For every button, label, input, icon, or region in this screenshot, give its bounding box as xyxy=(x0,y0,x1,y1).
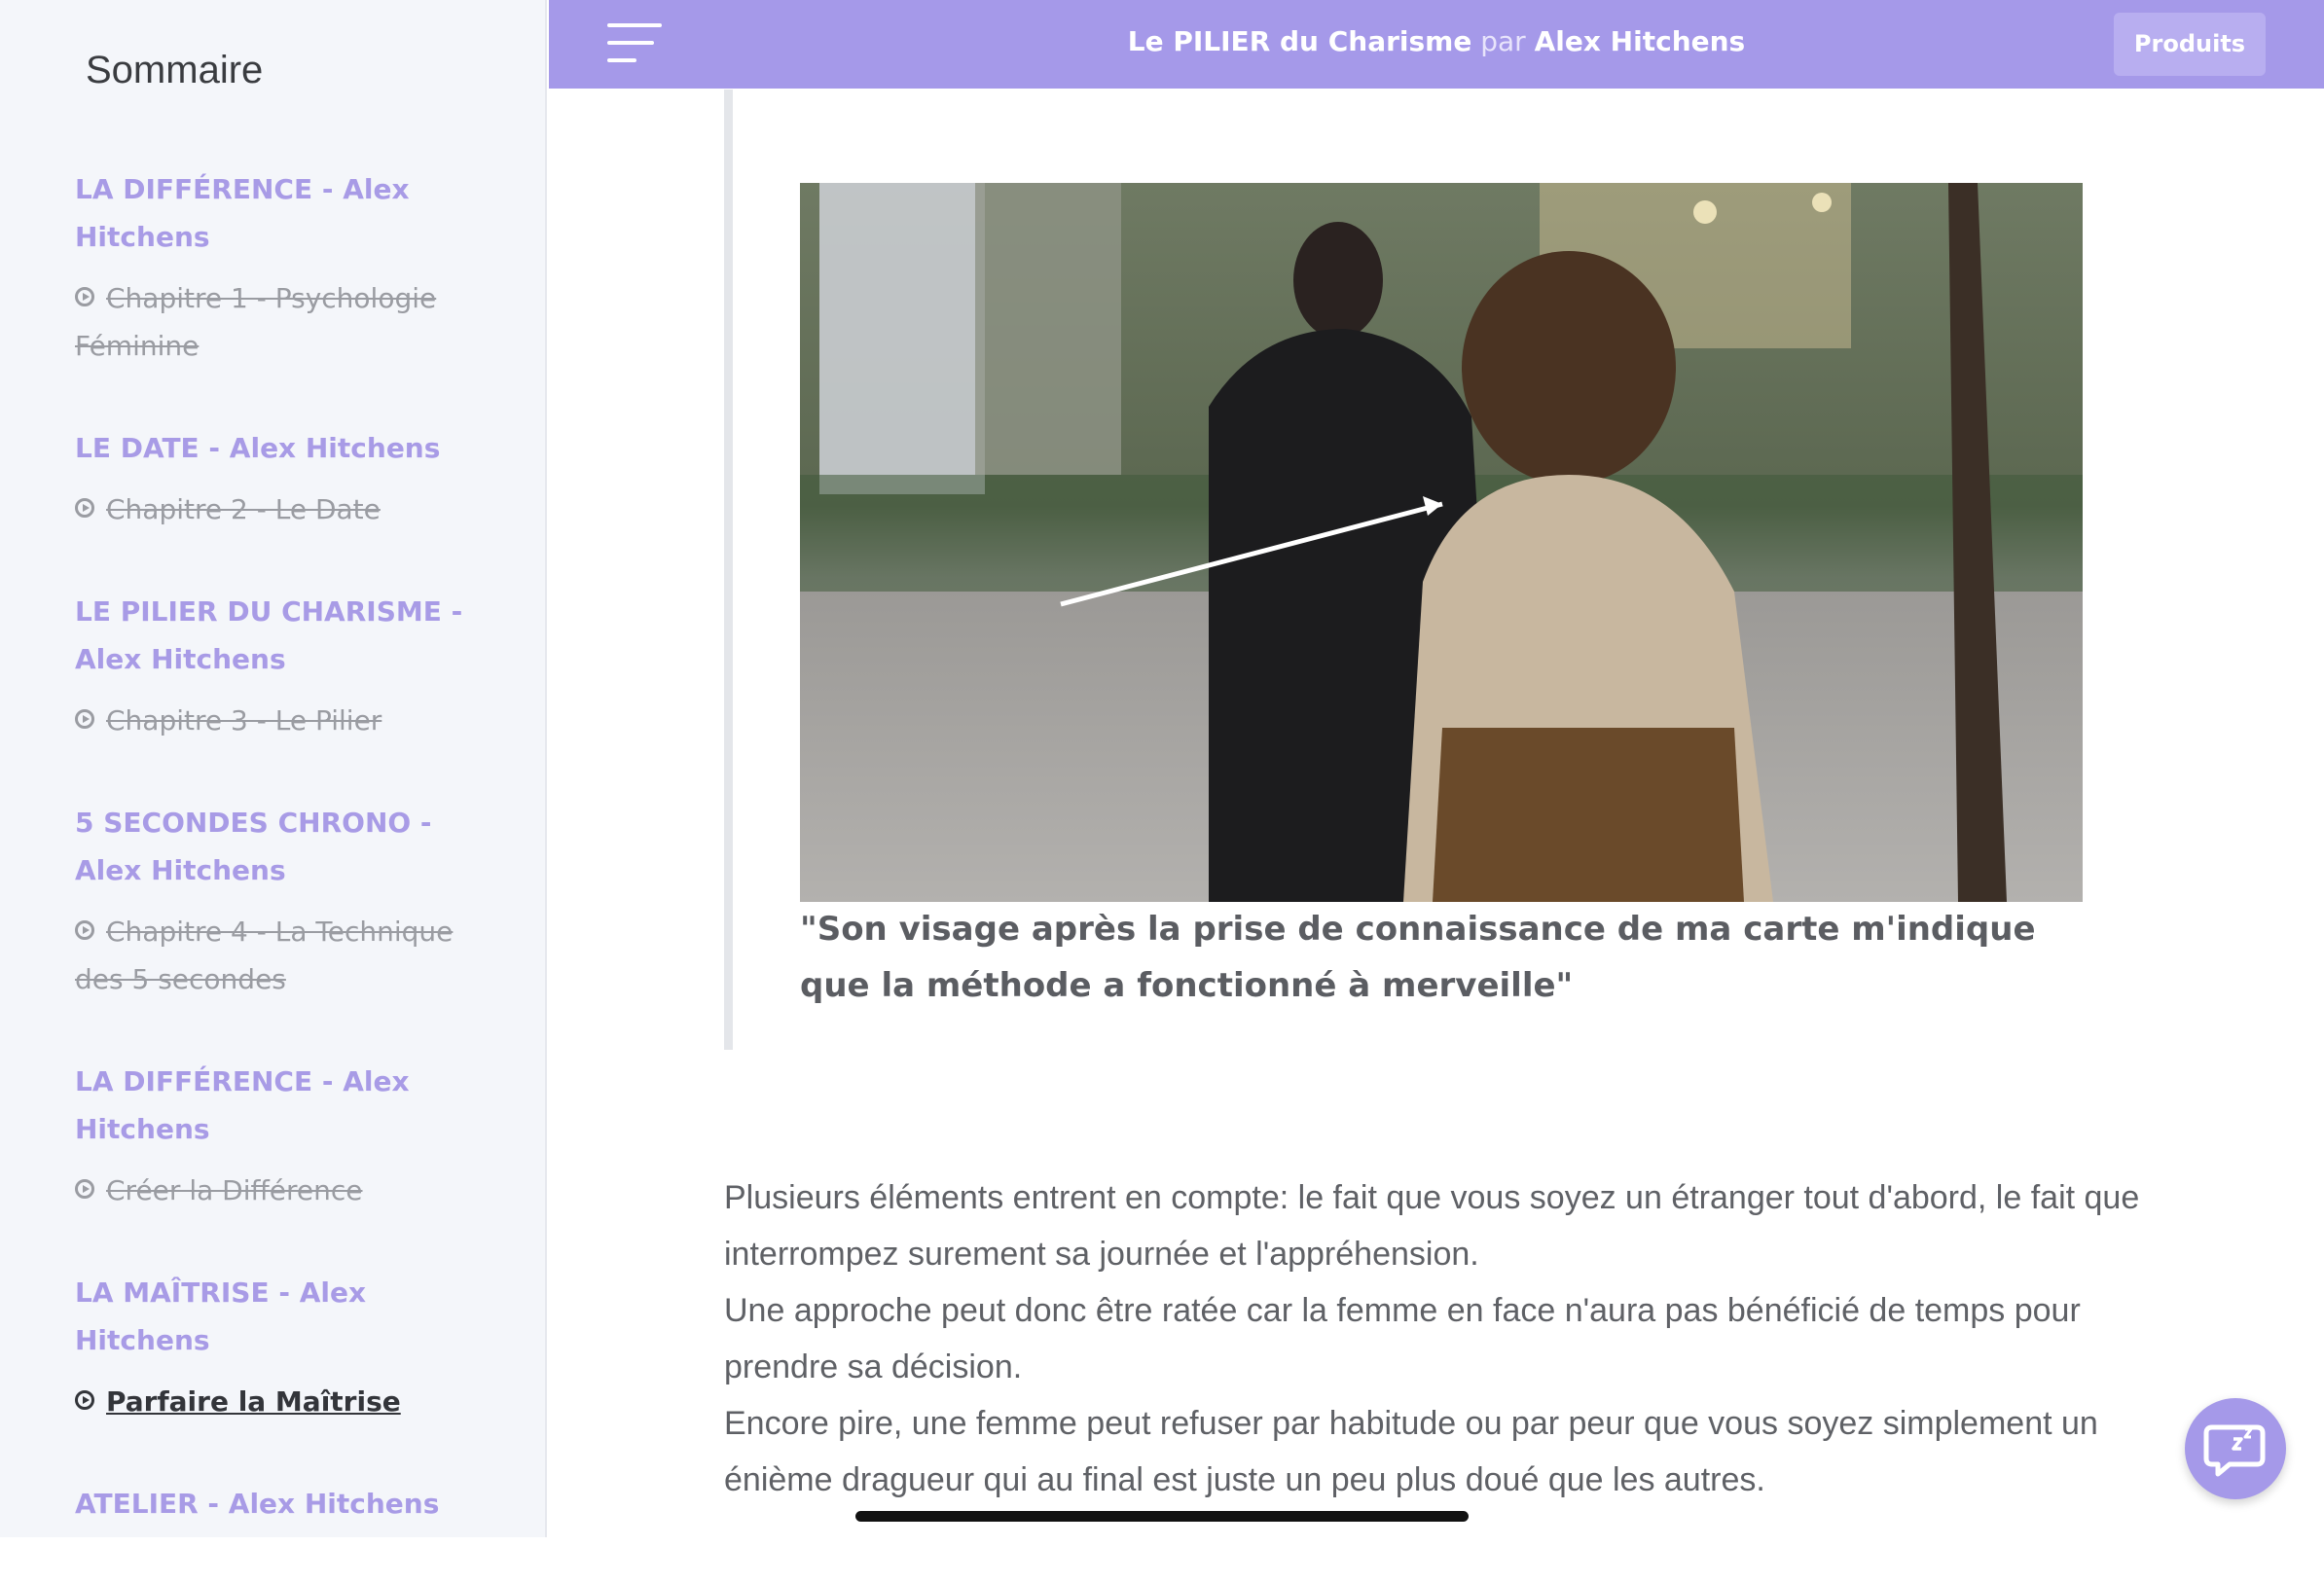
chapter-link[interactable]: Chapitre 3 - Le Pilier xyxy=(75,697,484,744)
paragraph: Encore pire, une femme peut refuser par … xyxy=(724,1405,2098,1498)
paragraph: Plusieurs éléments entrent en compte: le… xyxy=(724,1179,2140,1273)
chapter-link[interactable]: Chapitre 2 - Le Date xyxy=(75,485,484,533)
play-circle-icon xyxy=(75,1179,94,1199)
chapter-link-active[interactable]: Parfaire la Maîtrise xyxy=(75,1378,484,1425)
chapter-label: Chapitre 1 - Psychologie Féminine xyxy=(75,282,437,362)
article-body: Plusieurs éléments entrent en compte: le… xyxy=(724,1169,2164,1508)
chapter-label: Chapitre 4 - La Technique des 5 secondes xyxy=(75,916,454,995)
section-title[interactable]: LE PILIER DU CHARISME - Alex Hitchens xyxy=(75,588,484,683)
chapter-link[interactable]: Chapitre 1 - Psychologie Féminine xyxy=(75,274,484,370)
course-title: Le PILIER du Charisme xyxy=(1127,25,1472,57)
play-circle-icon xyxy=(75,498,94,518)
page-title: Le PILIER du Charisme par Alex Hitchens xyxy=(549,25,2324,57)
section-title[interactable]: ATELIER - Alex Hitchens xyxy=(75,1480,484,1528)
play-circle-icon xyxy=(75,287,94,306)
section-title[interactable]: LE DATE - Alex Hitchens xyxy=(75,424,484,472)
play-circle-icon xyxy=(75,920,94,940)
table-of-contents: LA DIFFÉRENCE - Alex Hitchens Chapitre 1… xyxy=(75,165,484,1582)
toc-section: LA DIFFÉRENCE - Alex Hitchens Chapitre 1… xyxy=(75,165,484,370)
chapter-link[interactable]: Créer la Différence xyxy=(75,1167,484,1214)
image-caption: "Son visage après la prise de connaissan… xyxy=(800,910,2036,1005)
chapter-label: Chapitre 2 - Le Date xyxy=(106,493,381,525)
lesson-photo xyxy=(800,183,2083,902)
products-button[interactable]: Produits xyxy=(2114,13,2266,76)
chat-bubble-icon xyxy=(2203,1424,2266,1477)
chapter-label: Chapitre 3 - Le Pilier xyxy=(106,704,382,737)
play-circle-icon xyxy=(75,709,94,729)
chat-button[interactable] xyxy=(2185,1398,2286,1499)
section-title[interactable]: LA DIFFÉRENCE - Alex Hitchens xyxy=(75,1058,484,1153)
sidebar-title: Sommaire xyxy=(86,49,264,91)
paragraph: Une approche peut donc être ratée car la… xyxy=(724,1292,2081,1385)
play-circle-icon xyxy=(75,1390,94,1410)
section-title[interactable]: LA MAÎTRISE - Alex Hitchens xyxy=(75,1269,484,1364)
toc-section: 5 SECONDES CHRONO - Alex Hitchens Chapit… xyxy=(75,799,484,1003)
toc-section: ATELIER - Alex Hitchens xyxy=(75,1480,484,1528)
title-connector: par xyxy=(1480,25,1526,57)
chapter-label: Créer la Différence xyxy=(106,1174,363,1206)
chapter-label: Parfaire la Maîtrise xyxy=(106,1385,401,1418)
toc-section: LA MAÎTRISE - Alex Hitchens Parfaire la … xyxy=(75,1269,484,1425)
home-indicator xyxy=(855,1511,1469,1522)
toc-section: LE DATE - Alex Hitchens Chapitre 2 - Le … xyxy=(75,424,484,533)
sidebar: Sommaire LA DIFFÉRENCE - Alex Hitchens C… xyxy=(0,0,547,1537)
toc-section: LA DIFFÉRENCE - Alex Hitchens Créer la D… xyxy=(75,1058,484,1214)
blockquote-bar xyxy=(724,90,733,1050)
toc-section: LE PILIER DU CHARISME - Alex Hitchens Ch… xyxy=(75,588,484,744)
top-bar: Le PILIER du Charisme par Alex Hitchens … xyxy=(549,0,2324,89)
section-title[interactable]: 5 SECONDES CHRONO - Alex Hitchens xyxy=(75,799,484,894)
section-title[interactable]: LA DIFFÉRENCE - Alex Hitchens xyxy=(75,165,484,261)
author-name: Alex Hitchens xyxy=(1534,25,1746,57)
chapter-link[interactable]: Chapitre 4 - La Technique des 5 secondes xyxy=(75,908,484,1003)
